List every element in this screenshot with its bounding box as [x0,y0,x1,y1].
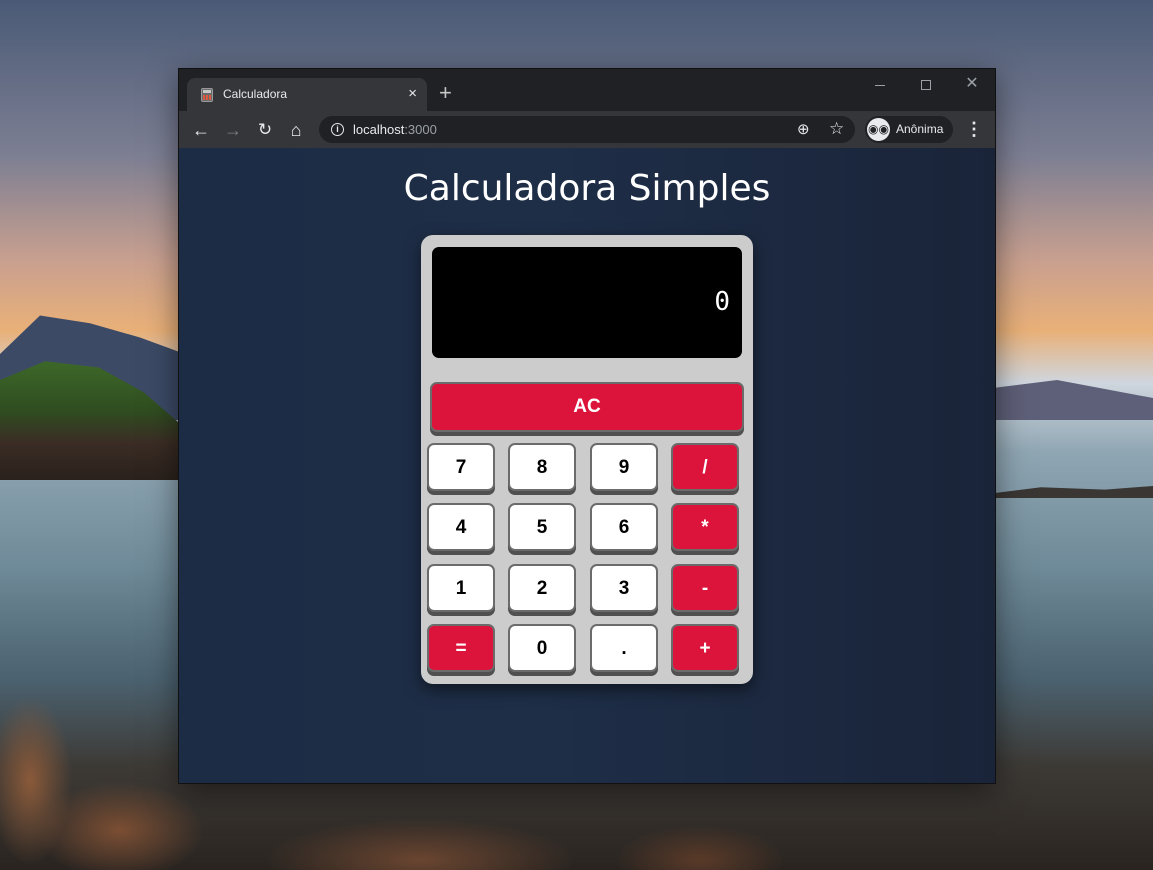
tab-close-icon[interactable]: × [408,86,417,102]
reload-icon[interactable]: ↻ [252,117,278,143]
bookmark-star-icon[interactable]: ☆ [829,119,844,139]
browser-tab[interactable]: Calculadora × [187,78,427,111]
back-arrow-icon[interactable]: ← [188,117,214,143]
decimal-point-button[interactable]: . [590,624,658,672]
calculator-display: 0 [432,247,742,358]
new-tab-button[interactable]: + [439,81,452,105]
browser-titlebar: Calculadora × + ✕ [179,69,995,111]
desktop-hill-right [993,380,1153,420]
clear-button[interactable]: AC [430,382,744,432]
minimize-icon [875,84,885,86]
key-0-button[interactable]: 0 [508,624,576,672]
url-port: :3000 [404,122,437,137]
add-button[interactable]: + [671,624,739,672]
display-value: 0 [714,287,730,317]
key-2-button[interactable]: 2 [508,564,576,612]
desktop-reef-right [993,486,1153,498]
incognito-icon: ◉◉ [867,118,890,141]
tab-title: Calculadora [223,87,288,101]
key-4-button[interactable]: 4 [427,503,495,551]
key-8-button[interactable]: 8 [508,443,576,491]
incognito-profile-button[interactable]: ◉◉ Anônima [865,116,953,143]
key-7-button[interactable]: 7 [427,443,495,491]
site-info-icon[interactable]: i [331,123,344,136]
subtract-button[interactable]: - [671,564,739,612]
calculator: 0 AC 7 8 9 / 4 5 6 * 1 2 3 - = 0 . + [421,235,753,684]
zoom-icon[interactable]: ⊕ [797,120,810,138]
maximize-icon [921,80,931,91]
key-5-button[interactable]: 5 [508,503,576,551]
window-close-button[interactable]: ✕ [957,75,987,95]
key-3-button[interactable]: 3 [590,564,658,612]
multiply-button[interactable]: * [671,503,739,551]
profile-label: Anônima [896,122,944,136]
forward-arrow-icon[interactable]: → [220,117,246,143]
equals-button[interactable]: = [427,624,495,672]
url-text: localhost:3000 [353,122,437,137]
browser-toolbar: ← → ↻ ⌂ i localhost:3000 ⊕ ☆ ◉◉ Anônima … [179,111,995,148]
divide-button[interactable]: / [671,443,739,491]
address-bar[interactable]: i localhost:3000 ⊕ ☆ [319,116,855,143]
key-6-button[interactable]: 6 [590,503,658,551]
page-title: Calculadora Simples [403,168,771,209]
browser-menu-icon[interactable]: ⋮ [965,117,983,141]
browser-window: Calculadora × + ✕ ← → ↻ ⌂ i localhost:30… [179,69,995,783]
key-9-button[interactable]: 9 [590,443,658,491]
minimize-button[interactable] [865,75,895,95]
key-1-button[interactable]: 1 [427,564,495,612]
page-viewport: Calculadora Simples 0 AC 7 8 9 / 4 5 6 *… [179,148,995,783]
url-host: localhost [353,122,405,137]
maximize-button[interactable] [911,75,941,95]
calculator-favicon-icon [201,88,213,102]
home-icon[interactable]: ⌂ [283,117,309,143]
